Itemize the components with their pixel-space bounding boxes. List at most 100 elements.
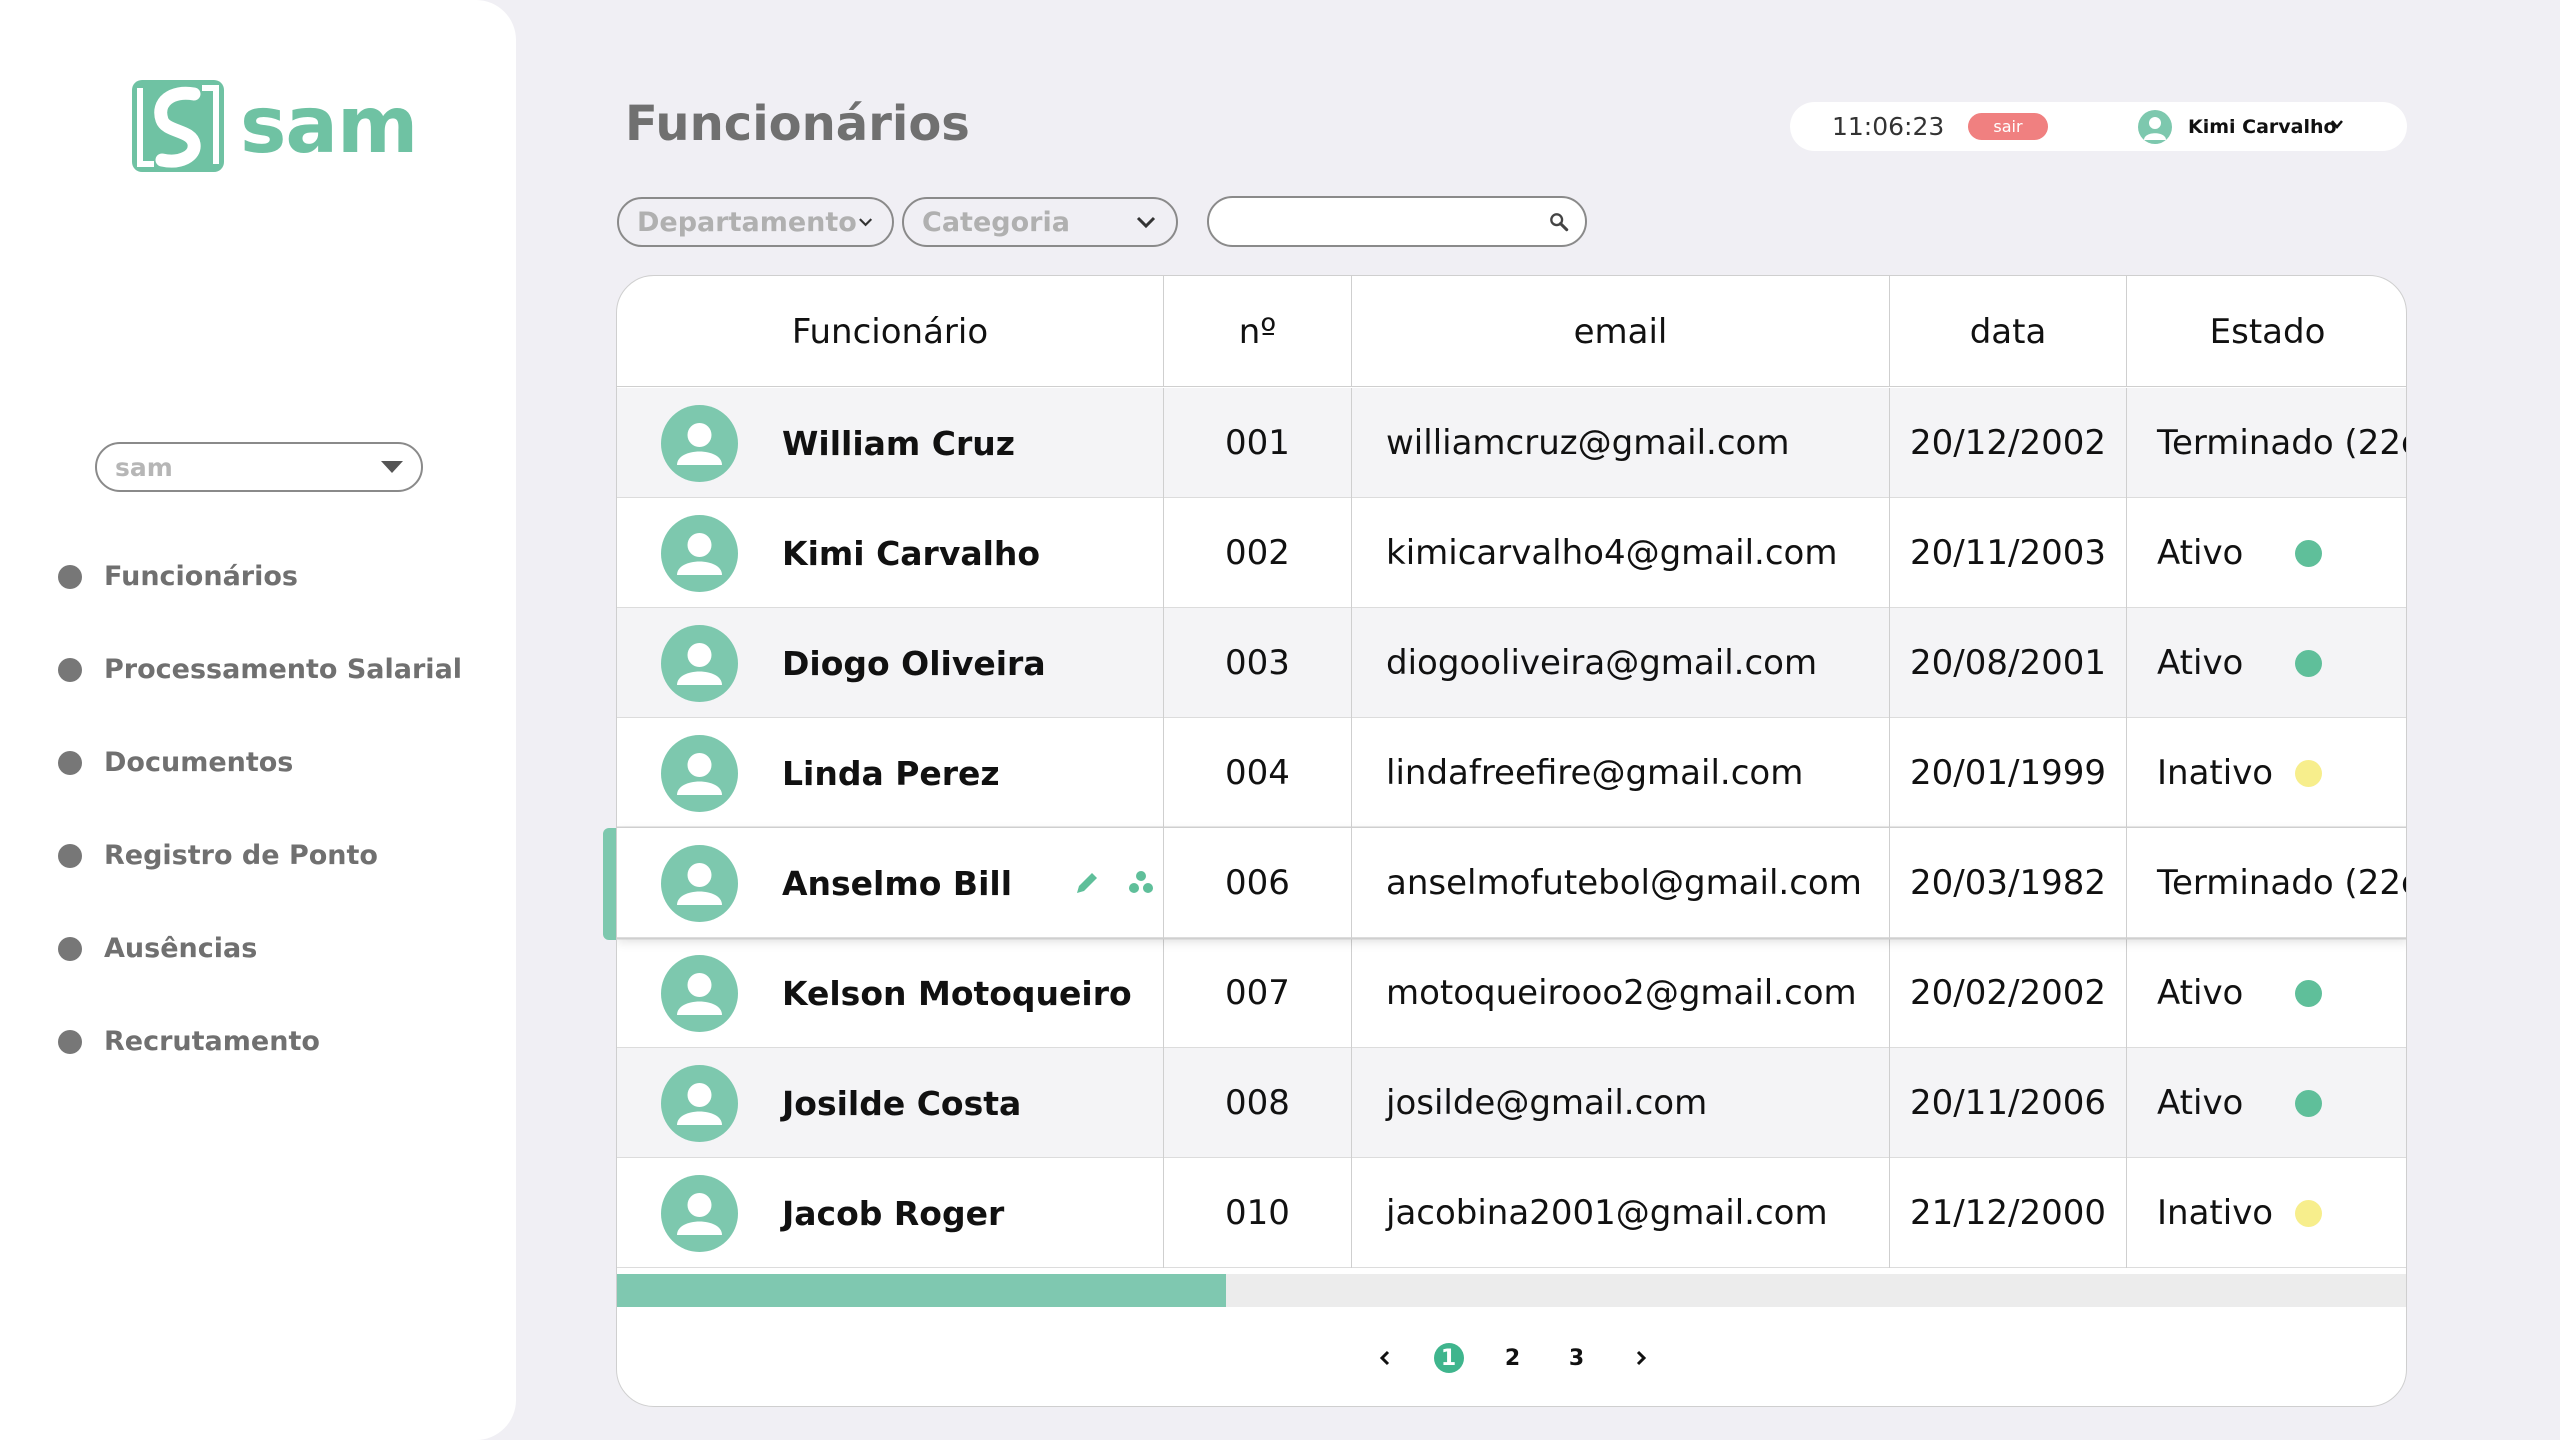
employee-name[interactable]: Kimi Carvalho <box>782 534 1040 573</box>
sidebar-item-processamento-salarial[interactable]: Processamento Salarial <box>58 623 462 716</box>
sidebar-nav: Funcionários Processamento Salarial Docu… <box>58 530 462 1088</box>
sidebar: sam sam Funcionários Processamento Salar… <box>0 0 516 1440</box>
chevron-down-icon[interactable] <box>2330 117 2344 131</box>
avatar <box>661 624 738 702</box>
pencil-icon[interactable] <box>1072 868 1102 898</box>
table-row[interactable]: Anselmo Bill 006 anselmofutebol@gmail.com 2… <box>617 828 2406 938</box>
sidebar-item-recrutamento[interactable]: Recrutamento <box>58 995 462 1088</box>
employee-email: jacobina2001@gmail.com <box>1352 1158 1890 1268</box>
avatar <box>661 1064 738 1142</box>
page-button[interactable]: 3 <box>1562 1343 1592 1373</box>
employee-email: williamcruz@gmail.com <box>1352 388 1890 498</box>
employee-date: 20/11/2003 <box>1890 498 2127 608</box>
employee-date: 20/11/2006 <box>1890 1048 2127 1158</box>
employee-name[interactable]: Anselmo Bill <box>782 864 1012 903</box>
employee-cell: Josilde Costa <box>617 1048 1164 1158</box>
table-row[interactable]: Linda Perez 004 lindafreefire@gmail.com 20/… <box>617 718 2406 828</box>
employee-number: 001 <box>1164 388 1352 498</box>
user-menu[interactable]: Kimi Carvalho <box>2188 116 2337 138</box>
employee-cell: Kimi Carvalho <box>617 498 1164 608</box>
employee-date: 20/02/2002 <box>1890 938 2127 1048</box>
employee-name[interactable]: Kelson Motoqueiro <box>782 974 1132 1013</box>
status-cell: Ativo <box>2127 498 2406 608</box>
avatar[interactable] <box>2138 109 2172 144</box>
employee-date: 21/12/2000 <box>1890 1158 2127 1268</box>
table-row[interactable]: Kimi Carvalho 002 kimicarvalho4@gmail.com 2… <box>617 498 2406 608</box>
employee-number: 002 <box>1164 498 1352 608</box>
chevron-left-icon <box>1379 1350 1389 1366</box>
employee-number: 010 <box>1164 1158 1352 1268</box>
column-header-employee[interactable]: Funcionário <box>617 276 1164 387</box>
sidebar-item-label: Ausências <box>104 933 258 964</box>
table-row[interactable]: Josilde Costa 008 josilde@gmail.com 20/11/2… <box>617 1048 2406 1158</box>
column-header-number[interactable]: nº <box>1164 276 1352 387</box>
column-header-status[interactable]: Estado <box>2127 276 2406 387</box>
table-row[interactable]: Jacob Roger 010 jacobina2001@gmail.com 21/1… <box>617 1158 2406 1268</box>
pagination: 1 2 3 <box>617 1308 2406 1406</box>
employee-email: josilde@gmail.com <box>1352 1048 1890 1158</box>
status-cell: Inativo <box>2127 1158 2406 1268</box>
table-row[interactable]: William Cruz 001 williamcruz@gmail.com 20/1… <box>617 388 2407 498</box>
employee-date: 20/03/1982 <box>1890 828 2127 938</box>
sidebar-item-label: Processamento Salarial <box>104 654 463 685</box>
table-row[interactable]: Diogo Oliveira 003 diogooliveira@gmail.com… <box>617 608 2406 718</box>
avatar <box>661 514 738 592</box>
status-text: Ativo <box>2157 973 2244 1013</box>
caret-down-icon <box>381 461 403 473</box>
employee-name[interactable]: Jacob Roger <box>782 1194 1004 1233</box>
bullet-icon <box>58 1029 82 1054</box>
employee-cell: Jacob Roger <box>617 1158 1164 1268</box>
sidebar-item-label: Registro de Ponto <box>104 840 378 871</box>
clock: 11:06:23 <box>1832 112 1945 141</box>
column-header-date[interactable]: data <box>1890 276 2127 387</box>
previous-page-button[interactable] <box>1370 1343 1400 1373</box>
logout-button[interactable]: sair <box>1968 113 2048 140</box>
employee-name[interactable]: William Cruz <box>782 424 1015 463</box>
bullet-icon <box>58 657 82 682</box>
employee-date: 20/08/2001 <box>1890 608 2127 718</box>
category-filter[interactable]: Categoria <box>902 197 1178 247</box>
chevron-right-icon <box>1636 1350 1646 1366</box>
sidebar-item-registro-de-ponto[interactable]: Registro de Ponto <box>58 809 462 902</box>
horizontal-scrollbar[interactable] <box>617 1274 2406 1307</box>
search-input[interactable] <box>1209 198 1549 245</box>
table-row[interactable]: Kelson Motoqueiro 007 motoqueirooo2@gmail.… <box>617 938 2406 1048</box>
employee-cell: Linda Perez <box>617 718 1164 828</box>
avatar <box>661 404 738 482</box>
employee-cell: William Cruz <box>617 388 1164 498</box>
employee-name[interactable]: Linda Perez <box>782 754 1000 793</box>
status-cell: Inativo <box>2127 718 2406 828</box>
sidebar-item-funcionarios[interactable]: Funcionários <box>58 530 462 623</box>
employee-email: diogooliveira@gmail.com <box>1352 608 1890 718</box>
status-dot <box>2295 1089 2322 1117</box>
sidebar-item-label: Funcionários <box>104 561 298 592</box>
sidebar-item-documentos[interactable]: Documentos <box>58 716 462 809</box>
group-icon[interactable] <box>1126 868 1156 898</box>
employee-name[interactable]: Josilde Costa <box>782 1084 1021 1123</box>
employees-table-card: Funcionário nº email data Estado William… <box>616 275 2407 1407</box>
status-text: Inativo <box>2157 753 2274 793</box>
page-title: Funcionários <box>625 96 970 152</box>
search-icon[interactable] <box>1549 209 1569 235</box>
logo: sam <box>132 80 418 172</box>
page-button[interactable]: 2 <box>1498 1343 1528 1373</box>
column-header-email[interactable]: email <box>1352 276 1890 387</box>
employee-date: 20/12/2002 <box>1890 388 2127 498</box>
chevron-down-icon <box>1136 216 1156 229</box>
sidebar-item-label: Recrutamento <box>104 1026 320 1057</box>
employee-number: 008 <box>1164 1048 1352 1158</box>
status-text: Terminado (22d <box>2157 423 2407 463</box>
page-button[interactable]: 1 <box>1433 1343 1464 1373</box>
company-select-value: sam <box>115 452 173 482</box>
sidebar-item-ausencias[interactable]: Ausências <box>58 902 462 995</box>
company-select[interactable]: sam <box>95 442 423 492</box>
employee-name[interactable]: Diogo Oliveira <box>782 644 1046 683</box>
next-page-button[interactable] <box>1626 1343 1656 1373</box>
bullet-icon <box>58 564 82 589</box>
chevron-down-icon <box>858 218 872 227</box>
scrollbar-thumb[interactable] <box>617 1274 1226 1307</box>
status-dot <box>2295 539 2322 567</box>
department-filter[interactable]: Departamento <box>617 197 894 247</box>
status-dot <box>2295 649 2322 677</box>
table-header: Funcionário nº email data Estado <box>617 276 2406 387</box>
